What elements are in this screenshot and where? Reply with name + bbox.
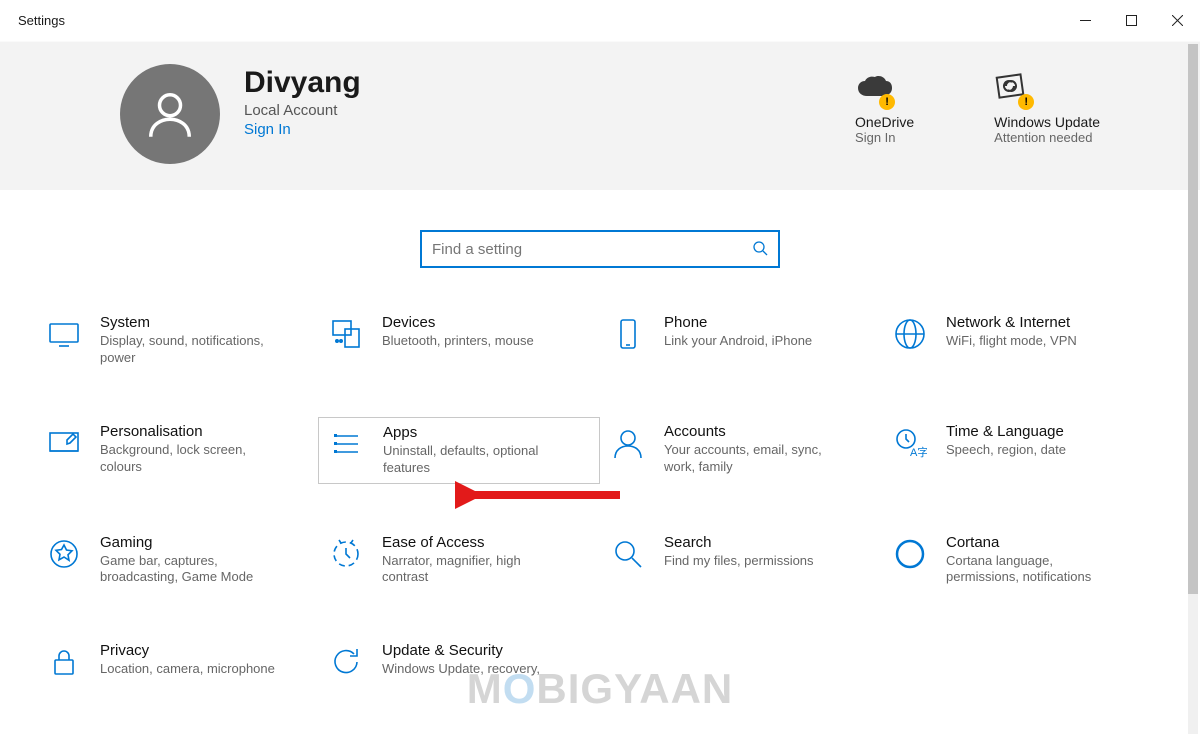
category-title: Ease of Access: [382, 534, 562, 551]
category-title: Devices: [382, 314, 534, 331]
category-phone[interactable]: Phone Link your Android, iPhone: [600, 308, 882, 373]
category-title: Accounts: [664, 423, 844, 440]
category-search[interactable]: Search Find my files, permissions: [600, 528, 882, 593]
vertical-scrollbar[interactable]: [1188, 44, 1198, 734]
windows-update-title: Windows Update: [994, 114, 1100, 130]
devices-icon: [326, 314, 366, 354]
search-icon: [752, 240, 768, 259]
window-controls: [1062, 0, 1200, 42]
search-icon: [608, 534, 648, 574]
category-update[interactable]: Update & Security Windows Update, recover…: [318, 636, 600, 688]
category-description: Uninstall, defaults, optional features: [383, 443, 563, 477]
minimize-button[interactable]: [1062, 0, 1108, 42]
category-title: Search: [664, 534, 814, 551]
category-description: Cortana language, permissions, notificat…: [946, 553, 1126, 587]
category-title: Update & Security: [382, 642, 540, 659]
onedrive-title: OneDrive: [855, 114, 914, 130]
sign-in-link[interactable]: Sign In: [244, 121, 855, 138]
windows-update-sub: Attention needed: [994, 130, 1100, 145]
category-personalisation[interactable]: Personalisation Background, lock screen, …: [36, 417, 318, 484]
category-devices[interactable]: Devices Bluetooth, printers, mouse: [318, 308, 600, 373]
apps-icon: [327, 424, 367, 464]
onedrive-card[interactable]: ! OneDrive Sign In: [855, 68, 914, 145]
account-type: Local Account: [244, 102, 855, 119]
svg-text:A字: A字: [910, 445, 927, 459]
category-description: Location, camera, microphone: [100, 661, 275, 678]
category-description: Find my files, permissions: [664, 553, 814, 570]
category-title: Privacy: [100, 642, 275, 659]
category-description: Display, sound, notifications, power: [100, 333, 280, 367]
phone-icon: [608, 314, 648, 354]
category-description: Link your Android, iPhone: [664, 333, 812, 350]
window-title: Settings: [18, 13, 65, 28]
account-header: Divyang Local Account Sign In ! OneDrive…: [0, 42, 1200, 190]
system-icon: [44, 314, 84, 354]
category-cortana[interactable]: Cortana Cortana language, permissions, no…: [882, 528, 1164, 593]
category-ease[interactable]: Ease of Access Narrator, magnifier, high …: [318, 528, 600, 593]
update-icon: [326, 642, 366, 682]
accounts-icon: [608, 423, 648, 463]
category-description: Windows Update, recovery,: [382, 661, 540, 678]
category-accounts[interactable]: Accounts Your accounts, email, sync, work…: [600, 417, 882, 484]
onedrive-icon: !: [855, 68, 914, 108]
windows-update-icon: !: [994, 68, 1100, 108]
onedrive-sub: Sign In: [855, 130, 914, 145]
time-icon: A字: [890, 423, 930, 463]
category-title: Network & Internet: [946, 314, 1077, 331]
category-apps[interactable]: Apps Uninstall, defaults, optional featur…: [318, 417, 600, 484]
category-description: Bluetooth, printers, mouse: [382, 333, 534, 350]
category-title: Time & Language: [946, 423, 1066, 440]
category-title: Cortana: [946, 534, 1126, 551]
category-title: Apps: [383, 424, 563, 441]
category-privacy[interactable]: Privacy Location, camera, microphone: [36, 636, 318, 688]
personalisation-icon: [44, 423, 84, 463]
maximize-button[interactable]: [1108, 0, 1154, 42]
network-icon: [890, 314, 930, 354]
category-description: Narrator, magnifier, high contrast: [382, 553, 562, 587]
category-description: Your accounts, email, sync, work, family: [664, 442, 844, 476]
category-title: Gaming: [100, 534, 280, 551]
category-description: Background, lock screen, colours: [100, 442, 280, 476]
category-description: Game bar, captures, broadcasting, Game M…: [100, 553, 280, 587]
search-input[interactable]: Find a setting: [420, 230, 780, 268]
user-avatar[interactable]: [120, 64, 220, 164]
search-container: Find a setting: [0, 190, 1200, 298]
user-name: Divyang: [244, 66, 855, 100]
annotation-arrow: [455, 480, 625, 510]
windows-update-card[interactable]: ! Windows Update Attention needed: [994, 68, 1100, 145]
gaming-icon: [44, 534, 84, 574]
search-placeholder: Find a setting: [432, 241, 752, 258]
category-title: System: [100, 314, 280, 331]
category-description: WiFi, flight mode, VPN: [946, 333, 1077, 350]
cortana-icon: [890, 534, 930, 574]
close-button[interactable]: [1154, 0, 1200, 42]
category-description: Speech, region, date: [946, 442, 1066, 459]
category-network[interactable]: Network & Internet WiFi, flight mode, VPN: [882, 308, 1164, 373]
category-title: Personalisation: [100, 423, 280, 440]
category-system[interactable]: System Display, sound, notifications, pow…: [36, 308, 318, 373]
privacy-icon: [44, 642, 84, 682]
user-info: Divyang Local Account Sign In: [244, 64, 855, 138]
titlebar: Settings: [0, 0, 1200, 42]
category-title: Phone: [664, 314, 812, 331]
category-gaming[interactable]: Gaming Game bar, captures, broadcasting, …: [36, 528, 318, 593]
ease-icon: [326, 534, 366, 574]
category-time[interactable]: A字 Time & Language Speech, region, date: [882, 417, 1164, 484]
